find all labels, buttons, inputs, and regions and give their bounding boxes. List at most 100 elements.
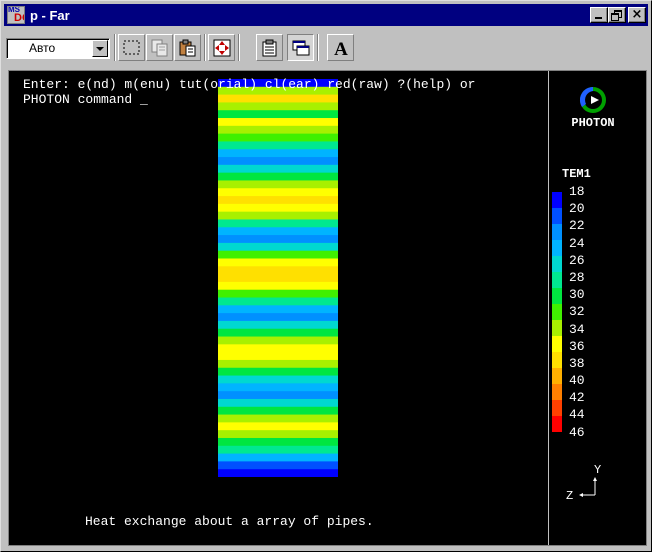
- heatmap-band: [218, 320, 338, 330]
- heatmap-band: [218, 110, 338, 119]
- heatmap-band: [218, 375, 338, 384]
- heatmap-band: [218, 328, 338, 338]
- legend-label: 28: [569, 269, 585, 285]
- heatmap-band: [218, 219, 338, 228]
- photon-logo-icon: [579, 86, 606, 113]
- heatmap-band: [218, 352, 338, 361]
- legend-swatch: [552, 400, 562, 416]
- legend-label: 34: [569, 321, 585, 337]
- legend-swatch: [552, 304, 562, 320]
- console-screen[interactable]: Enter: e(nd) m(enu) tut(orial) cl(ear) r…: [8, 70, 647, 546]
- legend-label: 30: [569, 287, 585, 303]
- heatmap-band: [218, 430, 338, 439]
- msdos-window: MS DOS p - Far × Авто: [0, 0, 652, 552]
- heatmap-band: [218, 281, 338, 291]
- heatmap-band: [218, 157, 338, 166]
- prompt-line-2: PHOTON command _: [23, 92, 148, 107]
- heatmap-band: [218, 313, 338, 322]
- minimize-icon: [595, 17, 602, 19]
- fullscreen-icon: [213, 39, 231, 57]
- heatmap-band: [218, 453, 338, 462]
- legend-swatch: [552, 384, 562, 400]
- restore-button[interactable]: [608, 7, 626, 23]
- heatmap-band: [218, 164, 338, 174]
- font-button[interactable]: A: [327, 34, 354, 61]
- copy-button[interactable]: [146, 34, 173, 61]
- heatmap-band: [218, 289, 338, 299]
- heatmap-band: [218, 227, 338, 236]
- heatmap-band: [218, 391, 338, 400]
- mark-icon: [123, 40, 140, 55]
- heatmap-band: [218, 367, 338, 377]
- legend-label: 24: [569, 235, 585, 251]
- background-button[interactable]: [287, 34, 314, 61]
- legend-label: 44: [569, 407, 585, 423]
- legend-swatch: [552, 288, 562, 304]
- paste-icon: [179, 39, 196, 57]
- legend-swatch: [552, 256, 562, 272]
- legend-swatch: [552, 240, 562, 256]
- panel-divider: [548, 71, 549, 545]
- heatmap-band: [218, 258, 338, 267]
- heatmap-band: [218, 250, 338, 260]
- toolbar-separator: [238, 34, 240, 61]
- properties-button[interactable]: [256, 34, 283, 61]
- heatmap-band: [218, 437, 338, 447]
- chevron-down-icon[interactable]: [92, 40, 108, 57]
- fullscreen-button[interactable]: [208, 34, 235, 61]
- plot-caption: Heat exchange about a array of pipes.: [85, 514, 374, 529]
- heatmap-band: [218, 133, 338, 143]
- heatmap-band: [218, 469, 338, 477]
- heatmap-band: [218, 406, 338, 416]
- legend-label: 20: [569, 201, 585, 217]
- heatmap-band: [218, 398, 338, 408]
- minimize-button[interactable]: [590, 7, 608, 23]
- legend-label: 32: [569, 304, 585, 320]
- properties-icon: [262, 39, 277, 57]
- legend-swatch: [552, 192, 562, 208]
- legend-label: 18: [569, 184, 585, 199]
- heatmap-band: [218, 172, 338, 182]
- paste-button[interactable]: [174, 34, 201, 61]
- legend-swatch: [552, 368, 562, 384]
- legend-swatch: [552, 416, 562, 432]
- background-icon: [292, 40, 310, 56]
- heatmap-band: [218, 266, 338, 275]
- temperature-field-plot: [218, 79, 338, 477]
- toolbar-separator: [204, 34, 206, 61]
- legend-label: 46: [569, 424, 585, 440]
- copy-icon: [151, 39, 168, 57]
- window-title: p - Far: [30, 7, 70, 23]
- heatmap-band: [218, 336, 338, 345]
- legend-labels: 18 20 22 24 26 28 30 32 34 36 38 40 42 44 46: [569, 183, 609, 441]
- toolbar-separator: [114, 34, 116, 61]
- heatmap-svg: [218, 79, 338, 477]
- mark-button[interactable]: [118, 34, 145, 61]
- axis-z-label: Z: [566, 489, 574, 503]
- font-size-select[interactable]: Авто: [6, 38, 110, 59]
- legend-swatch: [552, 208, 562, 224]
- toolbar: Авто A: [4, 30, 648, 64]
- heatmap-band: [218, 422, 338, 431]
- heatmap-band: [218, 141, 338, 150]
- heatmap-band: [218, 235, 338, 244]
- close-button[interactable]: ×: [628, 7, 646, 23]
- font-icon: A: [334, 39, 348, 58]
- legend-swatch: [552, 224, 562, 240]
- legend-swatch: [552, 336, 562, 352]
- heatmap-band: [218, 180, 338, 189]
- legend-label: 26: [569, 252, 585, 268]
- heatmap-band: [218, 383, 338, 392]
- heatmap-band: [218, 149, 338, 158]
- legend-label: 42: [569, 390, 585, 406]
- title-bar[interactable]: MS DOS p - Far ×: [4, 4, 648, 26]
- heatmap-band: [218, 305, 338, 314]
- msdos-app-icon[interactable]: MS DOS: [7, 6, 25, 24]
- font-size-value: Авто: [29, 41, 56, 55]
- photon-logo-text: PHOTON: [571, 116, 615, 130]
- heatmap-band: [218, 242, 338, 252]
- heatmap-band: [218, 344, 338, 353]
- legend-label: 40: [569, 373, 585, 389]
- heatmap-band: [218, 125, 338, 135]
- heatmap-band: [218, 359, 338, 369]
